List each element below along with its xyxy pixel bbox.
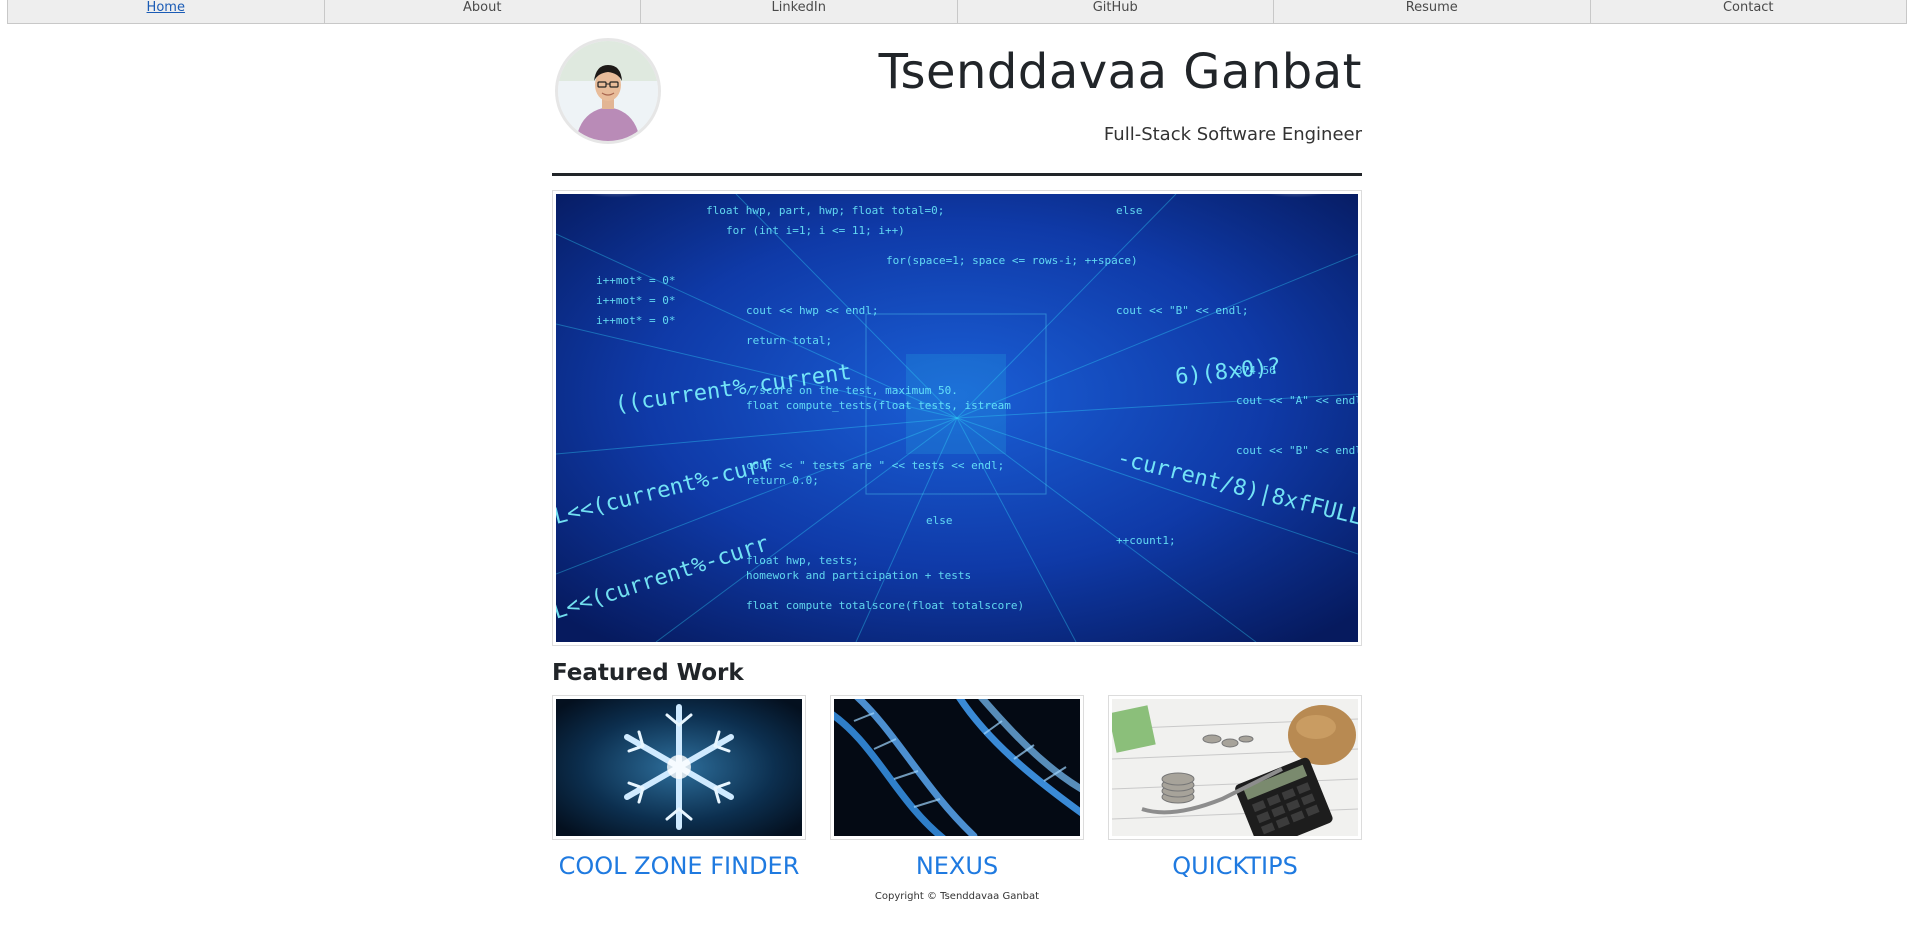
svg-text:cout << " tests are " << tests: cout << " tests are " << tests << endl; — [746, 459, 1004, 472]
svg-text:cout << "B" << endl;: cout << "B" << endl; — [1236, 444, 1358, 457]
hero-code-graphic: float hwp, part, hwp; float total=0; for… — [556, 194, 1358, 642]
svg-text:i++mot* = 0*: i++mot* = 0* — [596, 294, 675, 307]
header-divider — [552, 173, 1362, 176]
svg-text:cout << "A" << endl;: cout << "A" << endl; — [1236, 394, 1358, 407]
header-container: Tsenddavaa Ganbat Full-Stack Software En… — [552, 38, 1362, 176]
svg-text:else: else — [926, 514, 953, 527]
snowflake-image — [556, 699, 802, 836]
svg-text:cout << "B" << endl;: cout << "B" << endl; — [1116, 304, 1248, 317]
nav-contact-link[interactable]: Contact — [1591, 0, 1907, 23]
nav-github-link[interactable]: GitHub — [958, 0, 1274, 23]
work-card-cool-zone-finder[interactable]: COOL ZONE FINDER — [552, 695, 806, 880]
svg-text:float hwp, part, hwp; float to: float hwp, part, hwp; float total=0; — [706, 204, 944, 217]
nav-about-link[interactable]: About — [325, 0, 641, 23]
calculator-coins-image — [1112, 699, 1358, 836]
work-thumbnail-dna[interactable] — [830, 695, 1084, 840]
svg-text:homework and participation + t: homework and participation + tests — [746, 569, 971, 582]
work-title-nexus[interactable]: NEXUS — [830, 852, 1084, 880]
top-navigation: Home About LinkedIn GitHub Resume Contac… — [7, 0, 1907, 24]
svg-text:else: else — [1116, 204, 1143, 217]
svg-text:++count1;: ++count1; — [1116, 534, 1176, 547]
nav-linkedin-link[interactable]: LinkedIn — [641, 0, 958, 23]
svg-text:float compute totalscore(float: float compute totalscore(float totalscor… — [746, 599, 1024, 612]
work-title-quicktips[interactable]: QUICKTIPS — [1108, 852, 1362, 880]
svg-text:for(space=1; space <= rows-i;: for(space=1; space <= rows-i; ++space) — [886, 254, 1138, 267]
work-card-nexus[interactable]: NEXUS — [830, 695, 1084, 880]
svg-text:cout << hwp << endl;: cout << hwp << endl; — [746, 304, 878, 317]
nav-home-link[interactable]: Home — [8, 0, 325, 23]
svg-text:for (int i=1; i <= 11; i++): for (int i=1; i <= 11; i++) — [726, 224, 905, 237]
svg-text:return total;: return total; — [746, 334, 832, 347]
dna-image — [834, 699, 1080, 836]
page-subtitle: Full-Stack Software Engineer — [1103, 124, 1362, 145]
svg-text:float compute_tests(float test: float compute_tests(float tests, istream — [746, 399, 1011, 412]
hero-image: float hwp, part, hwp; float total=0; for… — [552, 190, 1362, 646]
work-card-quicktips[interactable]: QUICKTIPS — [1108, 695, 1362, 880]
work-title-cool-zone-finder[interactable]: COOL ZONE FINDER — [552, 852, 806, 880]
avatar-photo — [558, 41, 658, 141]
svg-text:i++mot* = 0*: i++mot* = 0* — [596, 314, 675, 327]
featured-work-list: COOL ZONE FINDER NEXUS QUICKTIPS — [552, 695, 1362, 880]
featured-work-heading: Featured Work — [552, 660, 744, 686]
footer-copyright: Copyright © Tsenddavaa Ganbat — [874, 891, 1040, 902]
nav-resume-link[interactable]: Resume — [1274, 0, 1591, 23]
avatar — [555, 38, 661, 144]
work-thumbnail-snowflake[interactable] — [552, 695, 806, 840]
page-title: Tsenddavaa Ganbat — [878, 44, 1362, 100]
page-header: Tsenddavaa Ganbat Full-Stack Software En… — [552, 38, 1362, 176]
work-thumbnail-calculator[interactable] — [1108, 695, 1362, 840]
svg-text:i++mot* = 0*: i++mot* = 0* — [596, 274, 675, 287]
